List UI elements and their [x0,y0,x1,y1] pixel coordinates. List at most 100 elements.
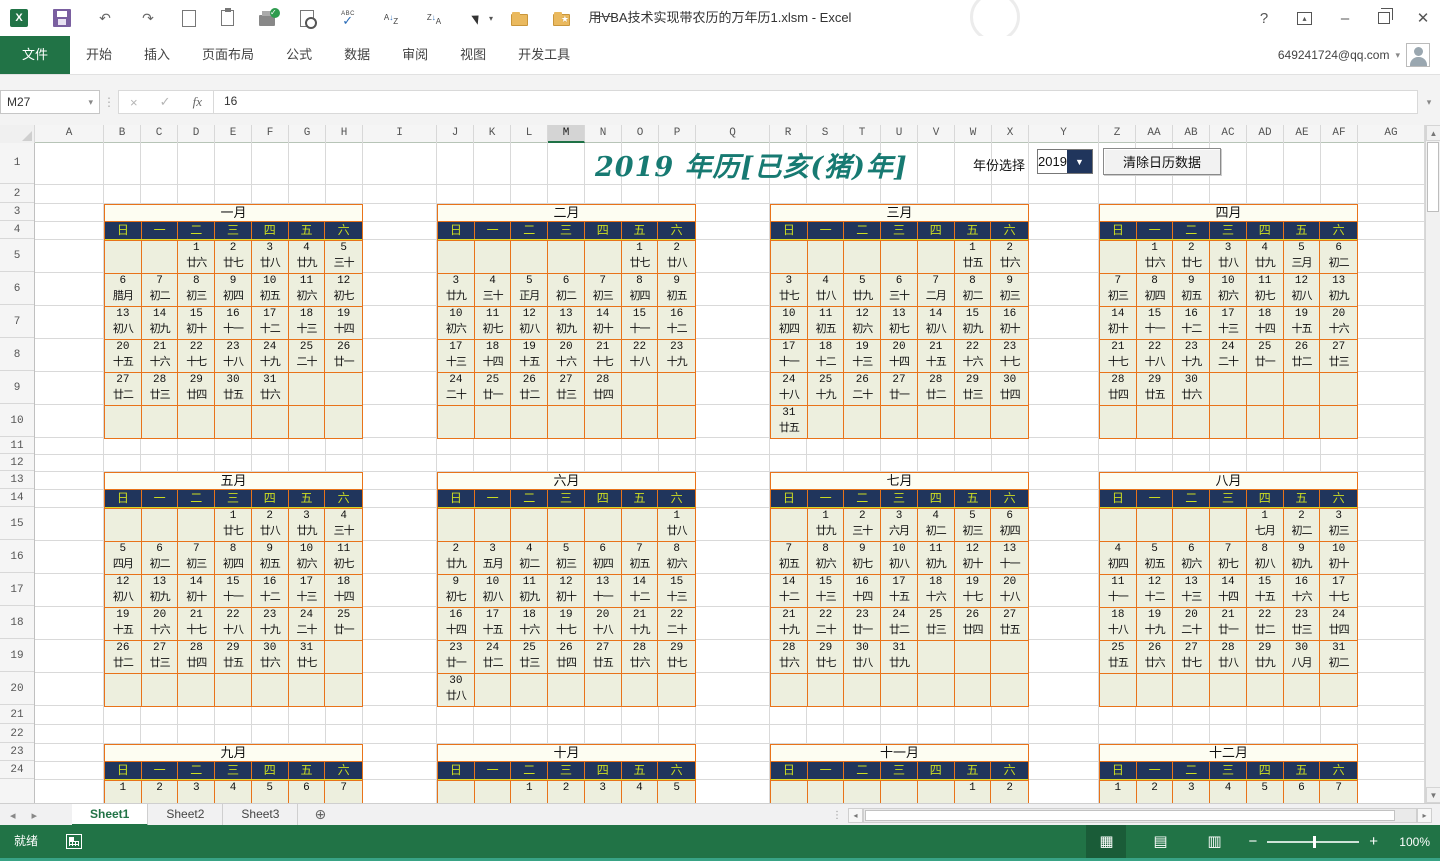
weekday-cell[interactable]: 日 [438,222,475,239]
day-cell[interactable]: 21十六 [142,339,179,372]
sheet-canvas[interactable]: 2019 年历[已亥(猪)年] 年份选择 2019 ▼ 清除日历数据 一月日一二… [35,143,1425,803]
day-cell[interactable] [658,405,695,438]
ribbon-tab-插入[interactable]: 插入 [128,36,186,74]
column-header-AF[interactable]: AF [1321,125,1358,143]
day-cell[interactable]: 4初二 [511,541,548,574]
clipboard-icon[interactable] [221,10,234,26]
vertical-scrollbar[interactable]: ▲ ▼ [1425,125,1440,803]
day-cell[interactable]: 21十七 [585,339,622,372]
column-header-B[interactable]: B [104,125,141,143]
day-cell[interactable]: 5三月 [1284,240,1321,273]
day-cell[interactable] [142,405,179,438]
column-header-J[interactable]: J [437,125,474,143]
day-cell[interactable]: 8初四 [1137,273,1174,306]
day-cell[interactable]: 19十五 [1284,306,1321,339]
day-cell[interactable] [622,508,659,541]
day-cell[interactable]: 12初八 [1284,273,1321,306]
month-title[interactable]: 十月 [438,745,695,762]
day-cell[interactable] [1284,405,1321,438]
day-cell[interactable] [1210,405,1247,438]
day-cell[interactable] [475,240,512,273]
day-cell[interactable] [105,240,142,273]
day-cell[interactable]: 29廿七 [658,640,695,673]
day-cell[interactable] [178,508,215,541]
day-cell[interactable]: 1 [1100,780,1137,803]
day-cell[interactable] [1173,673,1210,706]
day-cell[interactable]: 3 [1173,780,1210,803]
day-cell[interactable] [1173,508,1210,541]
day-cell[interactable]: 25廿一 [475,372,512,405]
row-header-9[interactable]: 9 [0,372,34,404]
scroll-right-icon[interactable]: ▸ [1417,808,1432,823]
day-cell[interactable] [585,508,622,541]
day-cell[interactable]: 17十二 [252,306,289,339]
weekday-cell[interactable]: 日 [105,222,142,239]
month-title[interactable]: 四月 [1100,205,1357,222]
day-cell[interactable]: 7 [325,780,362,803]
weekday-cell[interactable]: 四 [1247,762,1284,779]
weekday-cell[interactable]: 二 [1173,490,1210,507]
day-cell[interactable]: 2廿七 [1173,240,1210,273]
column-header-E[interactable]: E [215,125,252,143]
day-cell[interactable]: 3廿八 [252,240,289,273]
day-cell[interactable]: 27廿一 [881,372,918,405]
day-cell[interactable]: 18十二 [808,339,845,372]
day-cell[interactable]: 22十八 [622,339,659,372]
day-cell[interactable]: 5廿九 [844,273,881,306]
day-cell[interactable]: 14十二 [771,574,808,607]
weekday-cell[interactable]: 四 [585,490,622,507]
day-cell[interactable]: 8初三 [178,273,215,306]
day-cell[interactable]: 20十五 [105,339,142,372]
day-cell[interactable]: 17十三 [1210,306,1247,339]
day-cell[interactable] [105,673,142,706]
day-cell[interactable]: 18十六 [918,574,955,607]
day-cell[interactable]: 19十三 [844,339,881,372]
day-cell[interactable]: 10初八 [475,574,512,607]
day-cell[interactable] [1100,405,1137,438]
row-header-22[interactable]: 22 [0,725,34,743]
day-cell[interactable]: 2三十 [844,508,881,541]
column-header-V[interactable]: V [918,125,955,143]
day-cell[interactable] [511,240,548,273]
day-cell[interactable]: 28廿二 [918,372,955,405]
month-title[interactable]: 七月 [771,473,1028,490]
day-cell[interactable]: 6 [289,780,326,803]
day-cell[interactable] [252,673,289,706]
day-cell[interactable]: 11初五 [808,306,845,339]
day-cell[interactable]: 29廿三 [955,372,992,405]
day-cell[interactable]: 16十一 [215,306,252,339]
weekday-cell[interactable]: 二 [1173,222,1210,239]
undo-icon[interactable]: ↶ [96,9,114,27]
add-sheet-icon[interactable]: ⊕ [314,804,326,826]
day-cell[interactable]: 12初八 [511,306,548,339]
day-cell[interactable] [325,405,362,438]
day-cell[interactable]: 22廿二 [1247,607,1284,640]
day-cell[interactable]: 4三十 [325,508,362,541]
day-cell[interactable]: 6三十 [881,273,918,306]
weekday-cell[interactable]: 日 [438,762,475,779]
column-header-P[interactable]: P [659,125,696,143]
day-cell[interactable]: 26廿四 [548,640,585,673]
day-cell[interactable]: 27廿三 [548,372,585,405]
day-cell[interactable]: 13十三 [1173,574,1210,607]
day-cell[interactable]: 4 [622,780,659,803]
day-cell[interactable] [844,240,881,273]
day-cell[interactable]: 10初十 [1320,541,1357,574]
day-cell[interactable] [1210,372,1247,405]
print-check-icon[interactable] [259,15,275,26]
name-box-dropdown-icon[interactable]: ▾ [88,97,93,108]
enter-icon[interactable]: ✓ [160,94,171,110]
vertical-scroll-thumb[interactable] [1427,142,1439,212]
month-title[interactable]: 八月 [1100,473,1357,490]
day-cell[interactable] [658,673,695,706]
day-cell[interactable] [808,405,845,438]
day-cell[interactable]: 29廿五 [215,640,252,673]
day-cell[interactable]: 6初四 [585,541,622,574]
day-cell[interactable]: 4廿八 [808,273,845,306]
day-cell[interactable]: 12初十 [548,574,585,607]
day-cell[interactable] [325,372,362,405]
day-cell[interactable]: 16十四 [438,607,475,640]
day-cell[interactable]: 5初五 [1137,541,1174,574]
day-cell[interactable]: 24廿四 [1320,607,1357,640]
day-cell[interactable]: 12初八 [105,574,142,607]
